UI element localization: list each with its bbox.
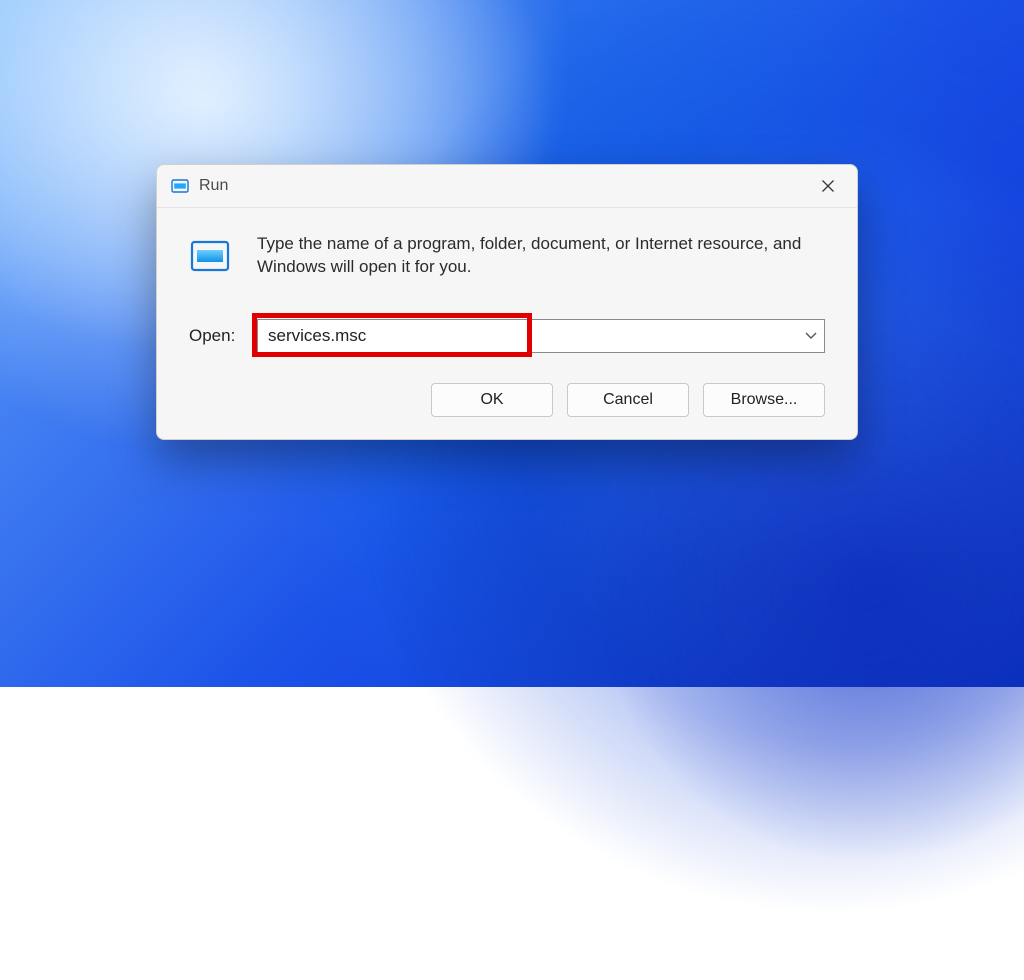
dialog-title: Run — [199, 177, 811, 195]
run-dialog: Run — [156, 164, 858, 440]
dialog-buttons: OK Cancel Browse... — [157, 353, 857, 439]
open-combobox[interactable] — [257, 319, 825, 353]
titlebar[interactable]: Run — [157, 165, 857, 208]
cancel-button[interactable]: Cancel — [567, 383, 689, 417]
close-icon — [821, 179, 835, 193]
run-titlebar-icon — [171, 178, 189, 194]
open-label: Open: — [189, 326, 257, 346]
browse-button[interactable]: Browse... — [703, 383, 825, 417]
run-dialog-icon — [189, 236, 231, 281]
close-button[interactable] — [811, 173, 845, 199]
open-input[interactable] — [257, 319, 825, 353]
instruction-text: Type the name of a program, folder, docu… — [257, 232, 825, 279]
ok-button[interactable]: OK — [431, 383, 553, 417]
